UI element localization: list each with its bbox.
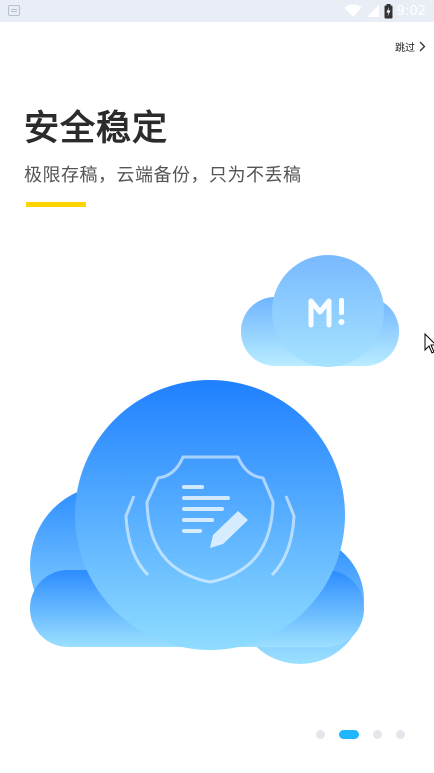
cloud-illustration bbox=[30, 255, 399, 664]
page-indicator bbox=[316, 729, 405, 739]
page-dot-active[interactable] bbox=[339, 729, 359, 739]
mouse-cursor-icon bbox=[424, 333, 434, 354]
page-dot[interactable] bbox=[316, 729, 325, 739]
page-dot[interactable] bbox=[396, 729, 405, 739]
page-dot[interactable] bbox=[373, 729, 382, 739]
small-cloud bbox=[241, 255, 399, 367]
